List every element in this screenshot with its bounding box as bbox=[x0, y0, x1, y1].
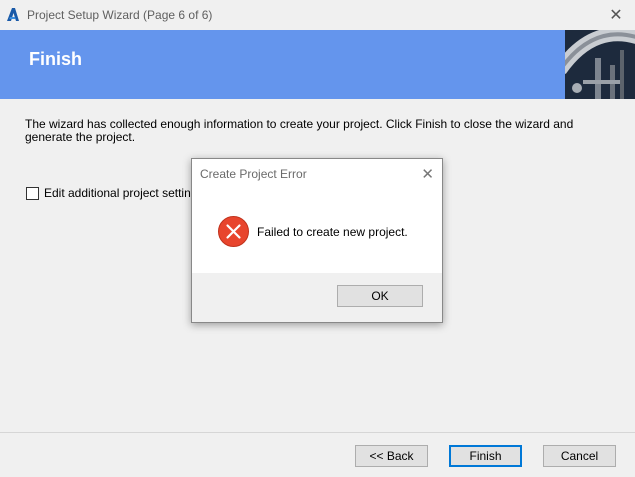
error-message: Failed to create new project. bbox=[257, 225, 408, 239]
dialog-body: Failed to create new project. bbox=[192, 190, 442, 272]
window-close-icon[interactable]: ✕ bbox=[607, 6, 625, 24]
page-title: Finish bbox=[29, 49, 82, 69]
dialog-close-icon[interactable]: ✕ bbox=[421, 165, 434, 183]
window-title: Project Setup Wizard (Page 6 of 6) bbox=[27, 8, 213, 22]
back-button[interactable]: << Back bbox=[355, 445, 428, 467]
error-icon bbox=[218, 216, 249, 247]
window-titlebar: Project Setup Wizard (Page 6 of 6) ✕ bbox=[0, 0, 635, 30]
dialog-footer: OK bbox=[192, 273, 442, 322]
edit-settings-option[interactable]: Edit additional project settings bbox=[26, 186, 203, 200]
error-dialog: Create Project Error ✕ Failed to create … bbox=[191, 158, 443, 323]
edit-settings-label: Edit additional project settings bbox=[44, 186, 204, 200]
intro-text: The wizard has collected enough informat… bbox=[25, 118, 585, 144]
ok-button[interactable]: OK bbox=[337, 285, 423, 307]
dialog-title: Create Project Error bbox=[200, 167, 307, 181]
footer-divider bbox=[0, 432, 635, 433]
cancel-button[interactable]: Cancel bbox=[543, 445, 616, 467]
wizard-banner: Finish bbox=[0, 30, 635, 99]
edit-settings-checkbox[interactable] bbox=[26, 186, 39, 200]
intro-line-2: generate the project. bbox=[25, 130, 136, 144]
plant-piping-image bbox=[565, 30, 635, 99]
autocad-logo-icon bbox=[7, 8, 19, 21]
finish-button[interactable]: Finish bbox=[449, 445, 522, 467]
